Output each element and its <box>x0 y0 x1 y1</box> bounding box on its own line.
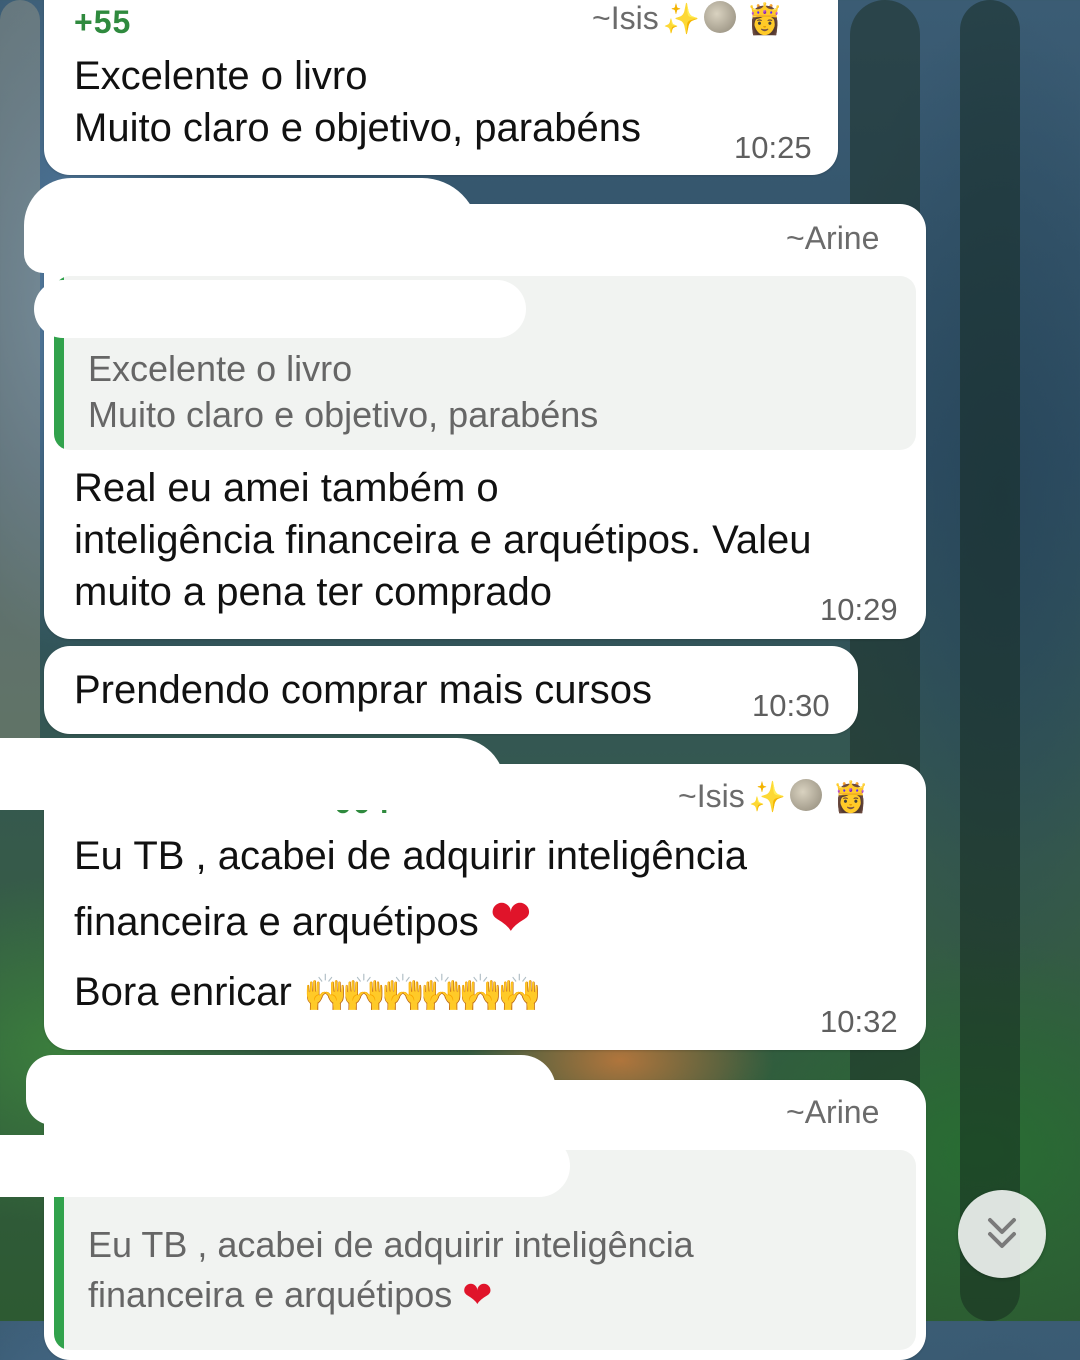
redaction-mark <box>26 1055 556 1125</box>
background-trunk <box>0 0 40 800</box>
message-text-line: muito a pena ter comprado <box>74 570 553 614</box>
message-text-line: financeira e arquétipos ❤ <box>74 892 532 948</box>
sender-alias: ~Arine <box>786 220 880 256</box>
message-bubble[interactable]: +55 ~Isis ✨ 👸 Excelente o livro Muito clar… <box>44 0 838 175</box>
quoted-text: financeira e arquétipos <box>88 1274 453 1315</box>
redaction-mark <box>0 1135 570 1197</box>
double-chevron-down-icon <box>988 1218 1016 1248</box>
sender-alias: ~Arine <box>786 1094 880 1130</box>
redaction-mark <box>24 178 479 273</box>
message-text: Bora enricar <box>74 970 292 1014</box>
sparkles-emoji: ✨ <box>662 3 701 36</box>
alias-text: ~Isis <box>678 778 745 814</box>
message-text: financeira e arquétipos <box>74 900 479 944</box>
redaction-mark <box>0 738 505 810</box>
message-text-line: Bora enricar 🙌🙌🙌🙌🙌🙌 <box>74 966 542 1019</box>
quoted-text-line: Eu TB , acabei de adquirir inteligência <box>88 1224 694 1265</box>
quoted-text-line: Muito claro e objetivo, parabéns <box>88 394 599 435</box>
message-bubble[interactable]: Prendendo comprar mais cursos 10:30 <box>44 646 858 734</box>
sender-alias: ~Isis ✨ 👸 <box>678 778 869 815</box>
crown-emoji: 👸 <box>832 781 870 814</box>
message-text-line: Real eu amei também o <box>74 466 499 510</box>
moon-emoji-icon <box>790 779 823 811</box>
sender-alias: ~Isis ✨ 👸 <box>592 0 783 37</box>
message-timestamp: 10:29 <box>820 592 898 627</box>
alias-text: ~Isis <box>592 0 659 36</box>
message-text-line: inteligência financeira e arquétipos. Va… <box>74 518 812 562</box>
redaction-mark <box>34 280 526 338</box>
message-text-line: Prendendo comprar mais cursos <box>74 668 653 712</box>
quoted-text-line: Excelente o livro <box>88 348 353 389</box>
message-text-line: Muito claro e objetivo, parabéns <box>74 106 641 150</box>
message-timestamp: 10:32 <box>820 1004 898 1039</box>
message-text-line: Eu TB , acabei de adquirir inteligência <box>74 834 748 878</box>
heart-emoji: ❤ <box>462 1274 493 1315</box>
sparkles-emoji: ✨ <box>748 781 787 814</box>
quoted-text-line: financeira e arquétipos ❤ <box>88 1272 492 1318</box>
heart-emoji: ❤ <box>489 890 532 946</box>
message-timestamp: 10:25 <box>734 130 812 165</box>
sender-phone[interactable]: +55 <box>74 4 131 41</box>
moon-emoji-icon <box>704 1 737 33</box>
crown-emoji: 👸 <box>746 3 784 36</box>
raised-hands-emoji: 🙌🙌🙌🙌🙌🙌 <box>303 972 542 1013</box>
scroll-to-bottom-button[interactable] <box>958 1190 1046 1278</box>
background-trunk <box>960 0 1020 1321</box>
message-timestamp: 10:30 <box>752 688 830 723</box>
message-text-line: Excelente o livro <box>74 54 368 98</box>
